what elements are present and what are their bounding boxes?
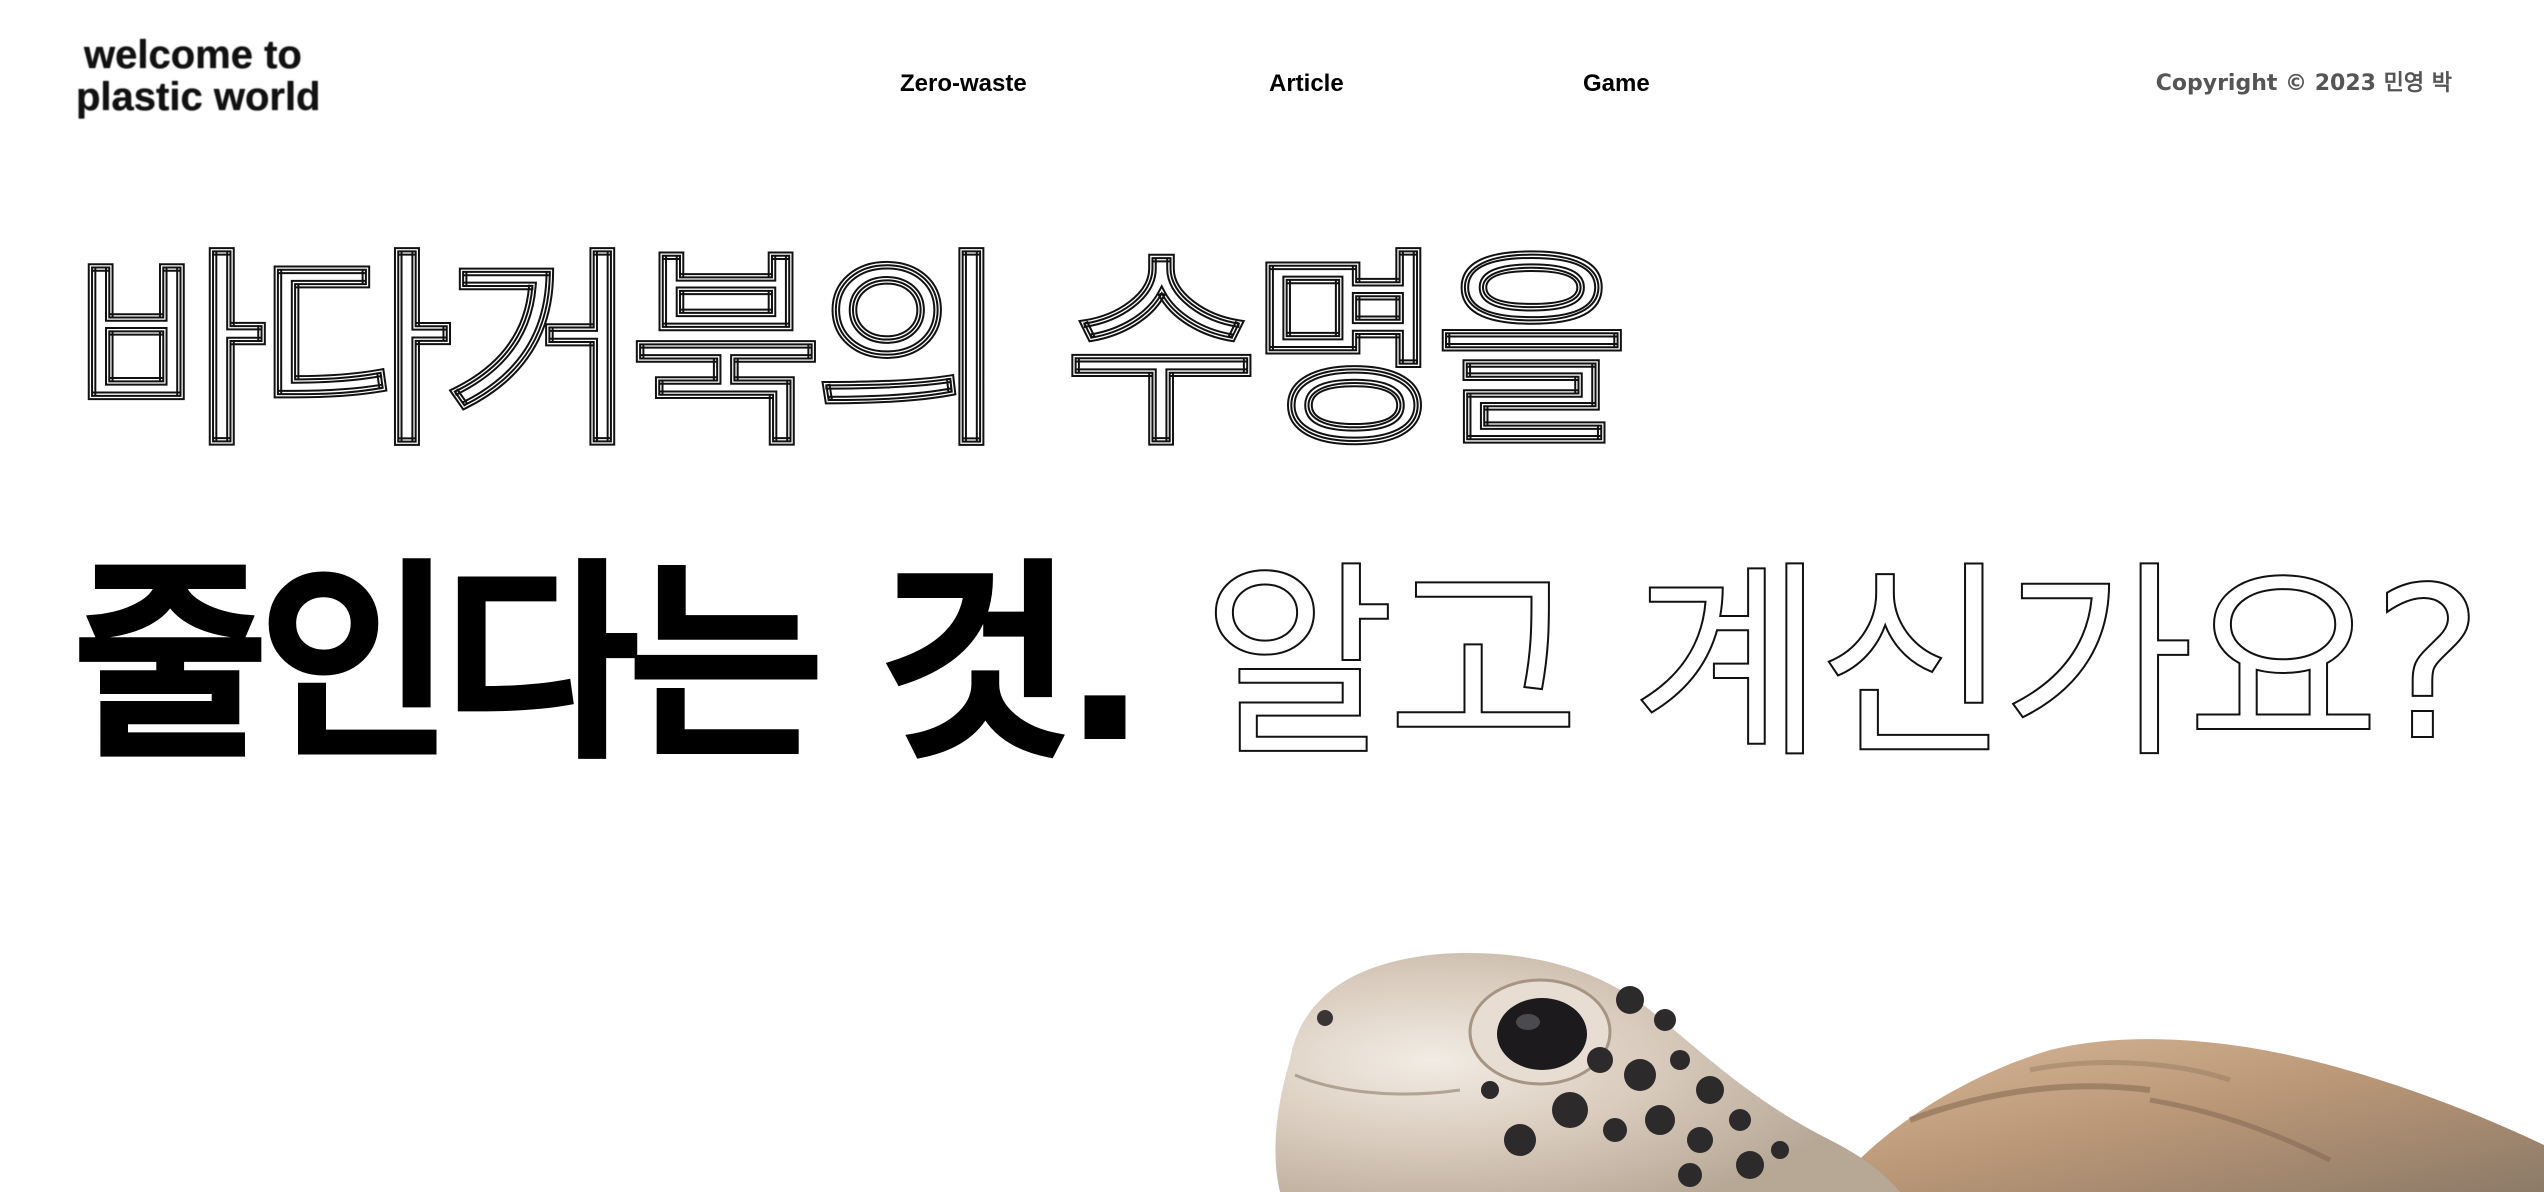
nav-article[interactable]: Article: [1269, 68, 1344, 100]
hero-headline-line-1: 바다거북의 수명을: [73, 230, 1630, 475]
hero-headline-outline: 알고 계신가요?: [1201, 542, 2484, 787]
logo-line-1: welcome to: [84, 33, 302, 77]
nav-game[interactable]: Game: [1583, 68, 1650, 100]
logo-line-2: plastic world: [76, 75, 321, 119]
hero-headline-line-2: 줄인다는 것. 알고 계신가요?: [72, 558, 2484, 772]
hero-headline-solid: 줄인다는 것.: [72, 542, 1147, 787]
site-logo[interactable]: welcome to plastic world: [76, 34, 376, 118]
page: welcome to plastic world Zero-waste Arti…: [0, 0, 2544, 1192]
sea-turtle-icon: [1275, 953, 2544, 1192]
nav-zero-waste[interactable]: Zero-waste: [900, 68, 1027, 100]
copyright-text: Copyright © 2023 민영 박: [2155, 71, 2452, 96]
